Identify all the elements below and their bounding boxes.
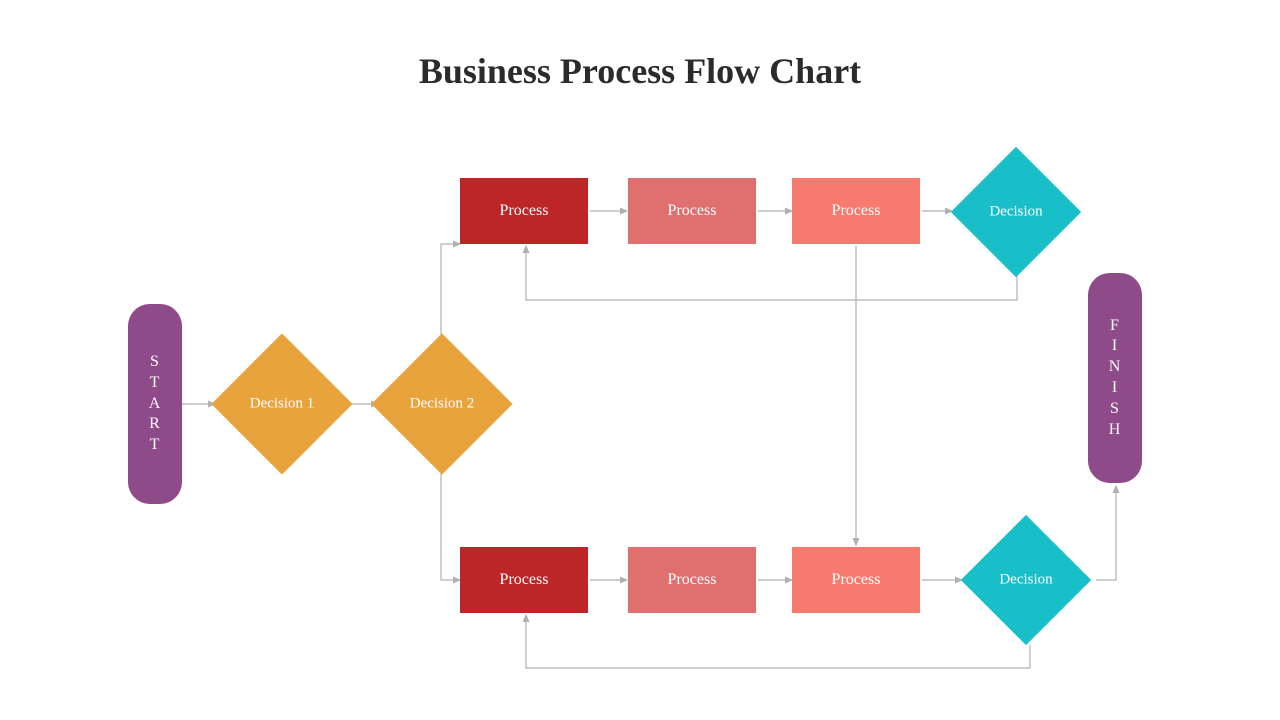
start-node: START xyxy=(128,304,182,504)
top-decision-label: Decision xyxy=(989,204,1042,221)
top-decision: Decision xyxy=(952,148,1080,276)
top-process-1-label: Process xyxy=(500,202,549,220)
bot-process-3-label: Process xyxy=(832,571,881,589)
decision-2-label: Decision 2 xyxy=(410,396,475,413)
decision-2: Decision 2 xyxy=(378,340,506,468)
bot-decision: Decision xyxy=(962,516,1090,644)
decision-1: Decision 1 xyxy=(218,340,346,468)
page-title: Business Process Flow Chart xyxy=(0,50,1280,92)
decision-1-label: Decision 1 xyxy=(250,396,315,413)
top-process-3-label: Process xyxy=(832,202,881,220)
top-process-3: Process xyxy=(792,178,920,244)
bot-process-2-label: Process xyxy=(668,571,717,589)
top-process-1: Process xyxy=(460,178,588,244)
bot-process-1: Process xyxy=(460,547,588,613)
start-label: START xyxy=(149,352,162,456)
bot-decision-label: Decision xyxy=(999,572,1052,589)
finish-node: FINISH xyxy=(1088,273,1142,483)
bot-process-2: Process xyxy=(628,547,756,613)
bot-process-3: Process xyxy=(792,547,920,613)
finish-label: FINISH xyxy=(1109,316,1122,441)
bot-process-1-label: Process xyxy=(500,571,549,589)
top-process-2-label: Process xyxy=(668,202,717,220)
top-process-2: Process xyxy=(628,178,756,244)
